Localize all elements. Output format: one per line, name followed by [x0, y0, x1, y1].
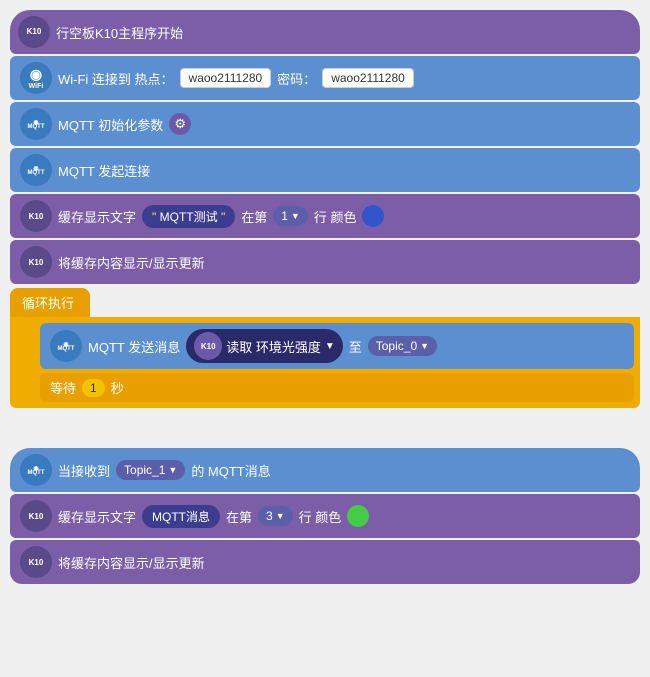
block-mqtt-init[interactable]: ◉ MQTT MQTT 初始化参数 ⚙: [10, 102, 640, 146]
block-display-mqtt-msg[interactable]: K10 缓存显示文字 MQTT消息 在第 3 ▼ 行 颜色: [10, 494, 640, 538]
mqtt-msg-pill[interactable]: MQTT消息: [142, 505, 220, 528]
row-value: 1: [281, 209, 288, 223]
sensor-dropdown-arrow[interactable]: ▼: [325, 341, 335, 352]
gear-icon[interactable]: ⚙: [169, 113, 191, 135]
loop-block: 循环执行 ◉ MQTT MQTT 发送消息 K10 读取 环境光强度 ▼ 至 T…: [10, 288, 640, 408]
mqtt-icon-4: ◉ MQTT: [20, 454, 52, 486]
block-wifi[interactable]: ◉ WiFi Wi-Fi 连接到 热点： waoo2111280 密码： wao…: [10, 56, 640, 100]
block-refresh-2[interactable]: K10 将缓存内容显示/显示更新: [10, 540, 640, 584]
mqtt-send-label1: MQTT 发送消息: [88, 337, 180, 356]
row-dropdown[interactable]: 1 ▼: [273, 206, 308, 226]
block-refresh[interactable]: K10 将缓存内容显示/显示更新: [10, 240, 640, 284]
wait-label2: 秒: [111, 378, 124, 397]
topic-arrow: ▼: [420, 341, 429, 351]
receive-topic-arrow: ▼: [168, 465, 177, 475]
receive-topic-dropdown[interactable]: Topic_1 ▼: [116, 460, 185, 480]
block-mqtt-connect[interactable]: ◉ MQTT MQTT 发起连接: [10, 148, 640, 192]
receive-label1: 当接收到: [58, 461, 110, 480]
display-text-label3: 行 颜色: [314, 207, 357, 226]
display-text-label2: 在第: [241, 207, 267, 226]
wifi-ssid[interactable]: waoo2111280: [180, 68, 272, 88]
mqtt-icon-2: ◉ MQTT: [20, 154, 52, 186]
section-gap: [10, 428, 640, 448]
topic-dropdown[interactable]: Topic_0 ▼: [368, 336, 437, 356]
color-circle-green[interactable]: [347, 505, 369, 527]
receive-label2: 的 MQTT消息: [191, 461, 270, 480]
mqtt-send-label2: 至: [349, 337, 362, 356]
block-on-receive[interactable]: ◉ MQTT 当接收到 Topic_1 ▼ 的 MQTT消息: [10, 448, 640, 492]
display-text-label1: 缓存显示文字: [58, 207, 136, 226]
loop-body: ◉ MQTT MQTT 发送消息 K10 读取 环境光强度 ▼ 至 Topic_…: [10, 317, 640, 408]
section2-blocks: ◉ MQTT 当接收到 Topic_1 ▼ 的 MQTT消息 K10 缓存显示文…: [10, 448, 640, 586]
dropdown-arrow: ▼: [291, 211, 300, 221]
wait-block[interactable]: 等待 1 秒: [40, 373, 634, 402]
loop-label: 循环执行: [10, 288, 90, 317]
wifi-label-2: 密码：: [277, 69, 316, 88]
k10-icon-4: K10: [20, 500, 52, 532]
display-mqtt-label3: 行 颜色: [299, 507, 342, 526]
k10-sub-icon: K10: [194, 332, 222, 360]
wifi-password[interactable]: waoo2111280: [322, 68, 414, 88]
read-sensor-label: 读取 环境光强度: [226, 337, 321, 356]
color-circle-blue[interactable]: [362, 205, 384, 227]
mqtt-connect-label: MQTT 发起连接: [58, 161, 150, 180]
wait-label1: 等待: [50, 378, 76, 397]
wait-num[interactable]: 1: [82, 379, 105, 397]
display-mqtt-label1: 缓存显示文字: [58, 507, 136, 526]
dropdown-arrow-2: ▼: [276, 511, 285, 521]
k10-icon-5: K10: [20, 546, 52, 578]
block-k10-start-label: 行空板K10主程序开始: [56, 23, 183, 42]
section1-blocks: K10 行空板K10主程序开始 ◉ WiFi Wi-Fi 连接到 热点： wao…: [10, 10, 640, 408]
receive-topic-value: Topic_1: [124, 463, 165, 477]
block-k10-start[interactable]: K10 行空板K10主程序开始: [10, 10, 640, 54]
k10-icon: K10: [18, 16, 50, 48]
mqtt-icon-1: ◉ MQTT: [20, 108, 52, 140]
k10-icon-3: K10: [20, 246, 52, 278]
block-mqtt-send[interactable]: ◉ MQTT MQTT 发送消息 K10 读取 环境光强度 ▼ 至 Topic_…: [40, 323, 634, 369]
k10-sub-block[interactable]: K10 读取 环境光强度 ▼: [186, 329, 343, 363]
refresh-label: 将缓存内容显示/显示更新: [58, 253, 205, 272]
display-string-value[interactable]: " MQTT测试 ": [142, 205, 235, 228]
block-display-text[interactable]: K10 缓存显示文字 " MQTT测试 " 在第 1 ▼ 行 颜色: [10, 194, 640, 238]
wifi-icon: ◉ WiFi: [20, 62, 52, 94]
wifi-label-1: Wi-Fi 连接到 热点：: [58, 69, 174, 88]
display-mqtt-label2: 在第: [226, 507, 252, 526]
mqtt-icon-3: ◉ MQTT: [50, 330, 82, 362]
refresh-label-2: 将缓存内容显示/显示更新: [58, 553, 205, 572]
k10-icon-2: K10: [20, 200, 52, 232]
row-value-2: 3: [266, 509, 273, 523]
mqtt-init-label: MQTT 初始化参数: [58, 115, 163, 134]
row-dropdown-2[interactable]: 3 ▼: [258, 506, 293, 526]
topic-value: Topic_0: [376, 339, 417, 353]
